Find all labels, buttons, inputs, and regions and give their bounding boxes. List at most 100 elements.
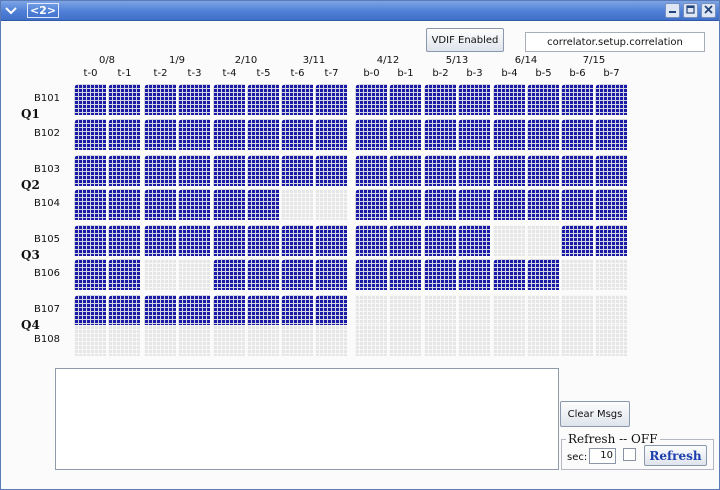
baseline-cell-active[interactable] (108, 84, 140, 115)
baseline-cell-inactive[interactable] (315, 189, 347, 220)
baseline-cell-active[interactable] (527, 259, 559, 290)
baseline-cell-inactive[interactable] (108, 325, 140, 356)
minimize-button[interactable] (665, 3, 680, 18)
baseline-cell-inactive[interactable] (315, 325, 347, 356)
baseline-cell-active[interactable] (74, 189, 106, 220)
baseline-cell-active[interactable] (247, 84, 279, 115)
baseline-cell-inactive[interactable] (424, 325, 456, 356)
baseline-cell-active[interactable] (213, 259, 245, 290)
baseline-cell-active[interactable] (389, 119, 421, 150)
baseline-cell-active[interactable] (281, 155, 313, 186)
baseline-cell-active[interactable] (527, 155, 559, 186)
baseline-cell-active[interactable] (144, 225, 176, 256)
baseline-cell-active[interactable] (389, 259, 421, 290)
baseline-cell-active[interactable] (595, 119, 627, 150)
baseline-cell-active[interactable] (108, 225, 140, 256)
baseline-cell-active[interactable] (493, 84, 525, 115)
baseline-cell-inactive[interactable] (355, 295, 387, 326)
baseline-cell-inactive[interactable] (458, 295, 490, 326)
baseline-cell-active[interactable] (178, 155, 210, 186)
baseline-cell-active[interactable] (595, 155, 627, 186)
baseline-cell-inactive[interactable] (144, 325, 176, 356)
baseline-cell-active[interactable] (108, 119, 140, 150)
baseline-cell-active[interactable] (315, 84, 347, 115)
baseline-cell-inactive[interactable] (493, 325, 525, 356)
baseline-cell-active[interactable] (458, 189, 490, 220)
baseline-cell-inactive[interactable] (595, 325, 627, 356)
baseline-cell-active[interactable] (561, 225, 593, 256)
baseline-cell-inactive[interactable] (527, 325, 559, 356)
baseline-cell-active[interactable] (144, 84, 176, 115)
baseline-cell-active[interactable] (247, 119, 279, 150)
baseline-cell-active[interactable] (355, 84, 387, 115)
baseline-cell-active[interactable] (458, 84, 490, 115)
baseline-cell-active[interactable] (74, 155, 106, 186)
baseline-cell-active[interactable] (315, 259, 347, 290)
baseline-cell-inactive[interactable] (389, 325, 421, 356)
baseline-cell-active[interactable] (144, 295, 176, 326)
baseline-cell-active[interactable] (527, 84, 559, 115)
baseline-cell-active[interactable] (458, 259, 490, 290)
baseline-cell-active[interactable] (108, 295, 140, 326)
baseline-cell-active[interactable] (355, 119, 387, 150)
baseline-cell-active[interactable] (355, 189, 387, 220)
close-button[interactable] (701, 3, 716, 18)
baseline-cell-inactive[interactable] (595, 259, 627, 290)
baseline-cell-active[interactable] (144, 155, 176, 186)
baseline-cell-active[interactable] (315, 295, 347, 326)
baseline-cell-inactive[interactable] (493, 295, 525, 326)
baseline-cell-active[interactable] (108, 259, 140, 290)
refresh-button[interactable]: Refresh (644, 445, 707, 466)
baseline-cell-inactive[interactable] (281, 189, 313, 220)
baseline-cell-inactive[interactable] (178, 259, 210, 290)
baseline-cell-active[interactable] (595, 189, 627, 220)
baseline-cell-active[interactable] (281, 119, 313, 150)
baseline-cell-active[interactable] (178, 84, 210, 115)
baseline-cell-active[interactable] (355, 225, 387, 256)
baseline-cell-inactive[interactable] (144, 259, 176, 290)
refresh-seconds-input[interactable]: 10 (589, 448, 616, 464)
baseline-cell-inactive[interactable] (595, 295, 627, 326)
baseline-cell-inactive[interactable] (561, 259, 593, 290)
baseline-cell-active[interactable] (108, 155, 140, 186)
baseline-cell-inactive[interactable] (355, 325, 387, 356)
baseline-cell-active[interactable] (247, 295, 279, 326)
baseline-cell-inactive[interactable] (527, 295, 559, 326)
baseline-cell-active[interactable] (424, 119, 456, 150)
baseline-cell-active[interactable] (213, 295, 245, 326)
baseline-cell-active[interactable] (74, 259, 106, 290)
baseline-cell-active[interactable] (527, 189, 559, 220)
baseline-cell-active[interactable] (178, 189, 210, 220)
correlator-setup-field[interactable]: correlator.setup.correlation (525, 32, 705, 52)
baseline-cell-inactive[interactable] (527, 225, 559, 256)
baseline-cell-active[interactable] (493, 119, 525, 150)
baseline-cell-active[interactable] (247, 225, 279, 256)
baseline-cell-active[interactable] (595, 225, 627, 256)
baseline-cell-active[interactable] (458, 119, 490, 150)
baseline-cell-active[interactable] (281, 84, 313, 115)
baseline-cell-active[interactable] (389, 225, 421, 256)
baseline-cell-active[interactable] (493, 155, 525, 186)
baseline-cell-inactive[interactable] (389, 295, 421, 326)
baseline-cell-active[interactable] (315, 225, 347, 256)
baseline-cell-active[interactable] (527, 119, 559, 150)
baseline-cell-active[interactable] (74, 84, 106, 115)
baseline-cell-active[interactable] (561, 155, 593, 186)
baseline-cell-active[interactable] (389, 189, 421, 220)
baseline-cell-inactive[interactable] (561, 295, 593, 326)
baseline-cell-active[interactable] (74, 225, 106, 256)
baseline-cell-inactive[interactable] (561, 325, 593, 356)
baseline-cell-active[interactable] (178, 119, 210, 150)
baseline-cell-inactive[interactable] (247, 325, 279, 356)
maximize-button[interactable] (683, 3, 698, 18)
baseline-cell-active[interactable] (247, 259, 279, 290)
baseline-cell-active[interactable] (247, 155, 279, 186)
baseline-cell-active[interactable] (178, 295, 210, 326)
baseline-cell-active[interactable] (213, 84, 245, 115)
baseline-cell-active[interactable] (493, 189, 525, 220)
baseline-cell-active[interactable] (561, 119, 593, 150)
baseline-cell-active[interactable] (458, 225, 490, 256)
baseline-cell-active[interactable] (424, 225, 456, 256)
baseline-cell-active[interactable] (355, 155, 387, 186)
baseline-cell-inactive[interactable] (424, 295, 456, 326)
